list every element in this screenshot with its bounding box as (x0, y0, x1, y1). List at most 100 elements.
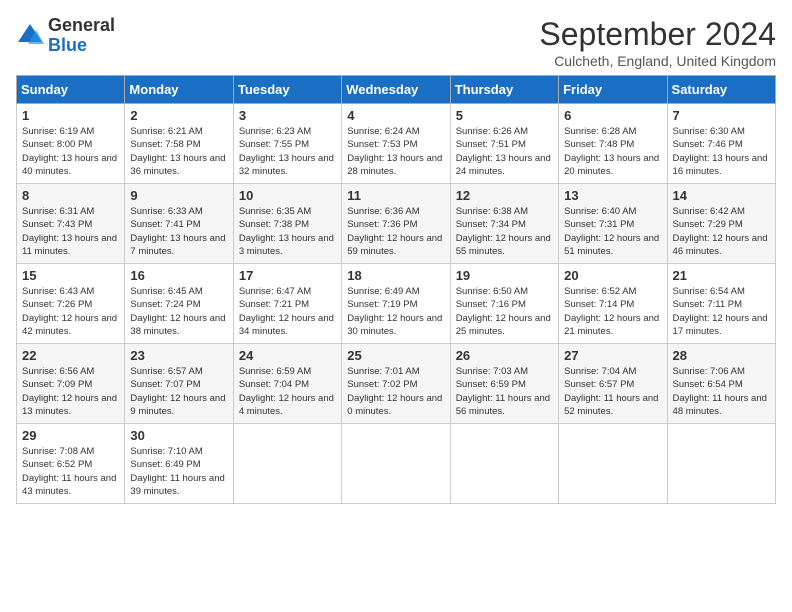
day-number: 6 (564, 108, 661, 123)
page-header: General Blue September 2024 Culcheth, En… (16, 16, 776, 69)
day-info: Sunrise: 6:30 AM Sunset: 7:46 PM Dayligh… (673, 125, 770, 178)
day-number: 20 (564, 268, 661, 283)
calendar-cell: 1 Sunrise: 6:19 AM Sunset: 8:00 PM Daylig… (17, 104, 125, 184)
day-info: Sunrise: 6:33 AM Sunset: 7:41 PM Dayligh… (130, 205, 227, 258)
calendar-cell: 19 Sunrise: 6:50 AM Sunset: 7:16 PM Dayli… (450, 264, 558, 344)
day-info: Sunrise: 6:23 AM Sunset: 7:55 PM Dayligh… (239, 125, 336, 178)
day-info: Sunrise: 7:08 AM Sunset: 6:52 PM Dayligh… (22, 445, 119, 498)
day-number: 13 (564, 188, 661, 203)
calendar-cell: 17 Sunrise: 6:47 AM Sunset: 7:21 PM Dayli… (233, 264, 341, 344)
day-info: Sunrise: 7:04 AM Sunset: 6:57 PM Dayligh… (564, 365, 661, 418)
calendar-cell: 20 Sunrise: 6:52 AM Sunset: 7:14 PM Dayli… (559, 264, 667, 344)
calendar-cell: 12Sunrise: 6:38 AM Sunset: 7:34 PM Dayli… (450, 184, 558, 264)
day-number: 24 (239, 348, 336, 363)
day-info: Sunrise: 6:26 AM Sunset: 7:51 PM Dayligh… (456, 125, 553, 178)
calendar-cell: 28 Sunrise: 7:06 AM Sunset: 6:54 PM Dayli… (667, 344, 775, 424)
calendar-cell (450, 424, 558, 504)
day-number: 9 (130, 188, 227, 203)
calendar-cell: 2 Sunrise: 6:21 AM Sunset: 7:58 PM Daylig… (125, 104, 233, 184)
day-info: Sunrise: 6:50 AM Sunset: 7:16 PM Dayligh… (456, 285, 553, 338)
calendar-cell: 4 Sunrise: 6:24 AM Sunset: 7:53 PM Daylig… (342, 104, 450, 184)
calendar-cell: 16 Sunrise: 6:45 AM Sunset: 7:24 PM Dayli… (125, 264, 233, 344)
day-info: Sunrise: 6:56 AM Sunset: 7:09 PM Dayligh… (22, 365, 119, 418)
calendar-cell: 9 Sunrise: 6:33 AM Sunset: 7:41 PM Daylig… (125, 184, 233, 264)
day-number: 29 (22, 428, 119, 443)
weekday-header-row: SundayMondayTuesdayWednesdayThursdayFrid… (17, 76, 776, 104)
calendar-cell: 14 Sunrise: 6:42 AM Sunset: 7:29 PM Dayli… (667, 184, 775, 264)
logo: General Blue (16, 16, 115, 56)
day-number: 3 (239, 108, 336, 123)
day-info: Sunrise: 6:19 AM Sunset: 8:00 PM Dayligh… (22, 125, 119, 178)
day-info: Sunrise: 6:59 AM Sunset: 7:04 PM Dayligh… (239, 365, 336, 418)
day-info: Sunrise: 7:01 AM Sunset: 7:02 PM Dayligh… (347, 365, 444, 418)
calendar-cell: 23Sunrise: 6:57 AM Sunset: 7:07 PM Dayli… (125, 344, 233, 424)
day-number: 1 (22, 108, 119, 123)
day-number: 19 (456, 268, 553, 283)
day-info: Sunrise: 6:49 AM Sunset: 7:19 PM Dayligh… (347, 285, 444, 338)
month-title: September 2024 (539, 16, 776, 53)
calendar-cell: 26 Sunrise: 7:03 AM Sunset: 6:59 PM Dayli… (450, 344, 558, 424)
day-info: Sunrise: 6:57 AM Sunset: 7:07 PM Dayligh… (130, 365, 227, 418)
day-info: Sunrise: 6:42 AM Sunset: 7:29 PM Dayligh… (673, 205, 770, 258)
day-info: Sunrise: 6:28 AM Sunset: 7:48 PM Dayligh… (564, 125, 661, 178)
calendar-cell: 25 Sunrise: 7:01 AM Sunset: 7:02 PM Dayli… (342, 344, 450, 424)
day-info: Sunrise: 6:54 AM Sunset: 7:11 PM Dayligh… (673, 285, 770, 338)
day-number: 15 (22, 268, 119, 283)
weekday-header-thursday: Thursday (450, 76, 558, 104)
calendar-week-row: 15 Sunrise: 6:43 AM Sunset: 7:26 PM Dayli… (17, 264, 776, 344)
day-info: Sunrise: 6:43 AM Sunset: 7:26 PM Dayligh… (22, 285, 119, 338)
calendar-cell (559, 424, 667, 504)
day-number: 18 (347, 268, 444, 283)
calendar-week-row: 8 Sunrise: 6:31 AM Sunset: 7:43 PM Daylig… (17, 184, 776, 264)
day-number: 7 (673, 108, 770, 123)
day-number: 25 (347, 348, 444, 363)
day-info: Sunrise: 6:31 AM Sunset: 7:43 PM Dayligh… (22, 205, 119, 258)
day-info: Sunrise: 7:10 AM Sunset: 6:49 PM Dayligh… (130, 445, 227, 498)
day-number: 8 (22, 188, 119, 203)
day-number: 14 (673, 188, 770, 203)
calendar-cell (667, 424, 775, 504)
day-number: 5 (456, 108, 553, 123)
calendar-cell: 6 Sunrise: 6:28 AM Sunset: 7:48 PM Daylig… (559, 104, 667, 184)
day-number: 30 (130, 428, 227, 443)
calendar-cell: 15 Sunrise: 6:43 AM Sunset: 7:26 PM Dayli… (17, 264, 125, 344)
day-info: Sunrise: 6:52 AM Sunset: 7:14 PM Dayligh… (564, 285, 661, 338)
day-number: 11 (347, 188, 444, 203)
calendar-cell: 29 Sunrise: 7:08 AM Sunset: 6:52 PM Dayli… (17, 424, 125, 504)
day-number: 26 (456, 348, 553, 363)
day-number: 17 (239, 268, 336, 283)
calendar-cell: 8 Sunrise: 6:31 AM Sunset: 7:43 PM Daylig… (17, 184, 125, 264)
day-info: Sunrise: 7:03 AM Sunset: 6:59 PM Dayligh… (456, 365, 553, 418)
calendar-cell: 10 Sunrise: 6:35 AM Sunset: 7:38 PM Dayli… (233, 184, 341, 264)
day-number: 10 (239, 188, 336, 203)
calendar-cell (342, 424, 450, 504)
weekday-header-sunday: Sunday (17, 76, 125, 104)
day-number: 27 (564, 348, 661, 363)
day-number: 16 (130, 268, 227, 283)
day-number: 2 (130, 108, 227, 123)
day-info: Sunrise: 6:21 AM Sunset: 7:58 PM Dayligh… (130, 125, 227, 178)
calendar-cell: 21Sunrise: 6:54 AM Sunset: 7:11 PM Dayli… (667, 264, 775, 344)
location: Culcheth, England, United Kingdom (539, 53, 776, 69)
day-info: Sunrise: 6:40 AM Sunset: 7:31 PM Dayligh… (564, 205, 661, 258)
calendar-cell: 5 Sunrise: 6:26 AM Sunset: 7:51 PM Daylig… (450, 104, 558, 184)
day-info: Sunrise: 6:24 AM Sunset: 7:53 PM Dayligh… (347, 125, 444, 178)
calendar-week-row: 29 Sunrise: 7:08 AM Sunset: 6:52 PM Dayli… (17, 424, 776, 504)
day-info: Sunrise: 7:06 AM Sunset: 6:54 PM Dayligh… (673, 365, 770, 418)
calendar-week-row: 22 Sunrise: 6:56 AM Sunset: 7:09 PM Dayli… (17, 344, 776, 424)
day-info: Sunrise: 6:45 AM Sunset: 7:24 PM Dayligh… (130, 285, 227, 338)
weekday-header-tuesday: Tuesday (233, 76, 341, 104)
weekday-header-wednesday: Wednesday (342, 76, 450, 104)
day-number: 28 (673, 348, 770, 363)
calendar-cell: 13 Sunrise: 6:40 AM Sunset: 7:31 PM Dayli… (559, 184, 667, 264)
day-info: Sunrise: 6:47 AM Sunset: 7:21 PM Dayligh… (239, 285, 336, 338)
day-number: 22 (22, 348, 119, 363)
calendar-cell: 30 Sunrise: 7:10 AM Sunset: 6:49 PM Dayli… (125, 424, 233, 504)
day-info: Sunrise: 6:35 AM Sunset: 7:38 PM Dayligh… (239, 205, 336, 258)
calendar-cell: 24 Sunrise: 6:59 AM Sunset: 7:04 PM Dayli… (233, 344, 341, 424)
weekday-header-monday: Monday (125, 76, 233, 104)
day-number: 4 (347, 108, 444, 123)
calendar-cell: 27 Sunrise: 7:04 AM Sunset: 6:57 PM Dayli… (559, 344, 667, 424)
calendar-cell: 18 Sunrise: 6:49 AM Sunset: 7:19 PM Dayli… (342, 264, 450, 344)
calendar-table: SundayMondayTuesdayWednesdayThursdayFrid… (16, 75, 776, 504)
